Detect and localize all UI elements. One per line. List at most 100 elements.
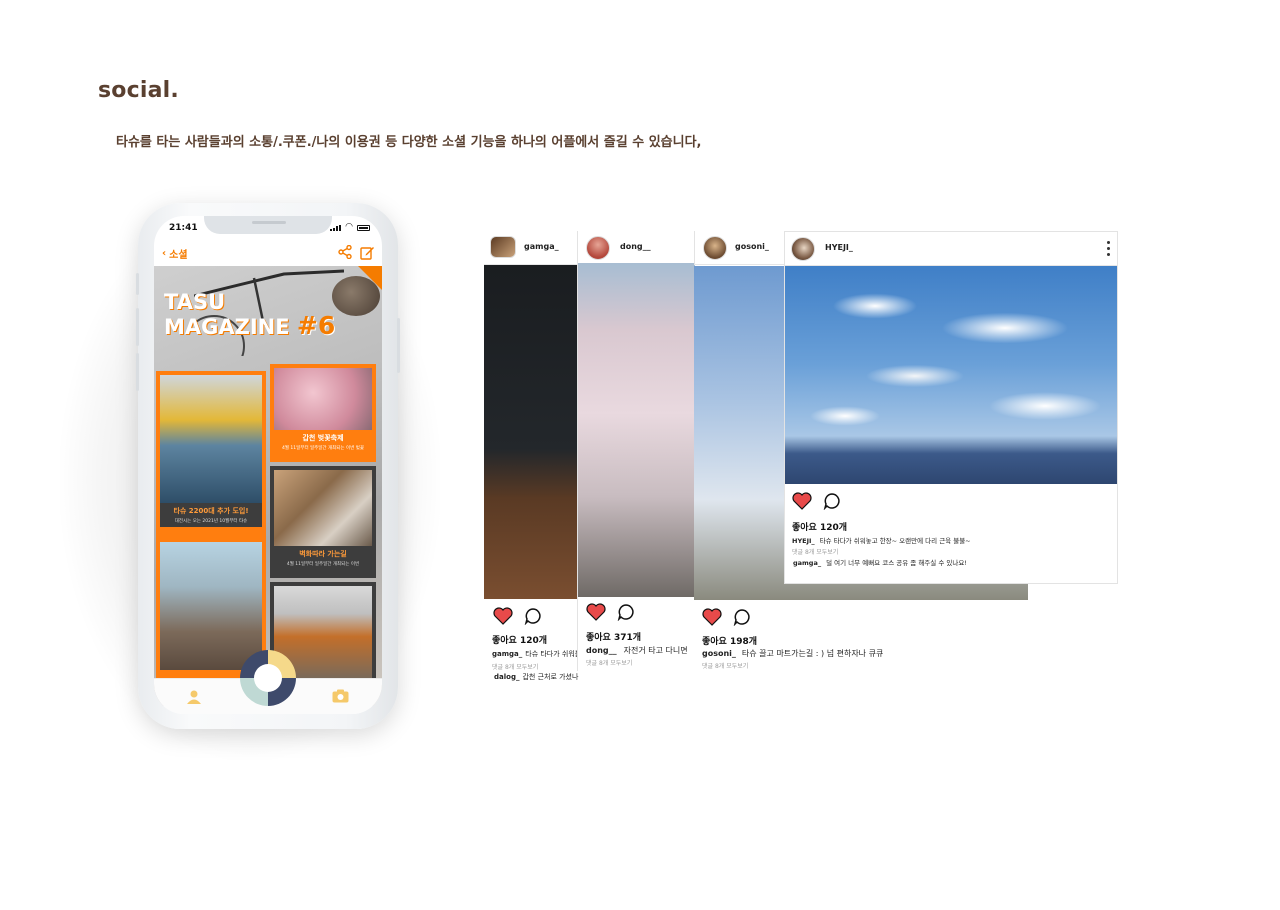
phone-side-button: [397, 318, 400, 373]
post-actions: [493, 607, 542, 625]
card-caption: 갑천 벚꽃축제 4월 11일부터 일주일간 개최되는 이번 벚꽃: [274, 430, 372, 454]
view-comments-link[interactable]: 댓글 8개 모두보기: [702, 661, 748, 670]
caption-username[interactable]: dong__: [586, 646, 617, 655]
back-button[interactable]: ‹ 소셜: [162, 246, 188, 261]
magazine-card-bikes[interactable]: 타슈 2200대 추가 도입! 대전시는 오는 2021년 10월부터 타슈: [156, 371, 266, 539]
avatar[interactable]: [791, 237, 815, 261]
post-username[interactable]: dong__: [620, 242, 651, 251]
back-label: 소셜: [169, 250, 188, 261]
post-header: gosoni_: [694, 231, 786, 265]
post-image: [484, 265, 580, 599]
mural-street-photo: [274, 470, 372, 546]
chevron-left-icon: ‹: [162, 248, 167, 259]
phone-side-button: [136, 273, 139, 295]
magazine-issue: #6: [296, 311, 336, 340]
caption-username[interactable]: HYEJI_: [792, 537, 815, 545]
post-likes: 좋아요 371개: [586, 633, 642, 643]
card-subtitle: 4월 11일부터 일주일간 개최되는 이번: [286, 562, 360, 567]
camera-icon[interactable]: [332, 689, 349, 703]
post-header: gamga_: [484, 231, 580, 265]
post-username[interactable]: gosoni_: [735, 242, 769, 251]
card-title: 벽화따라 가는길: [299, 550, 347, 558]
post-likes: 좋아요 120개: [492, 636, 548, 646]
view-comments-link[interactable]: 댓글 8개 모두보기: [492, 662, 538, 671]
home-fab-button[interactable]: [240, 650, 296, 706]
magazine-title: TASU MAGAZINE #6: [164, 290, 335, 339]
phone-screen: 21:41 ◠ ‹ 소셜 TASU MAGAZINE #6 타슈 2200대 추…: [154, 216, 382, 714]
comment-icon[interactable]: [524, 607, 542, 625]
card-subtitle: 4월 11일부터 일주일간 개최되는 이번 벚꽃: [282, 446, 364, 451]
card-caption: 벽화따라 가는길 4월 11일부터 일주일간 개최되는 이번: [274, 546, 372, 570]
page-title: social.: [98, 78, 179, 103]
user-icon[interactable]: [186, 689, 202, 705]
phone-side-button: [136, 308, 139, 346]
comment-icon[interactable]: [823, 492, 841, 510]
view-comments-link[interactable]: 댓글 8개 모두보기: [792, 547, 838, 556]
heart-icon[interactable]: [493, 607, 513, 625]
card-title: 갑천 벚꽃축제: [302, 434, 344, 442]
post-image: [785, 266, 1117, 484]
magazine-title-line2: MAGAZINE: [164, 315, 290, 339]
post-actions: [586, 603, 635, 621]
post-actions: [702, 608, 751, 626]
caption-text: 타슈 타다가 쉬워볼: [525, 650, 580, 658]
caption-text: 자전거 타고 다니면: [623, 646, 688, 655]
bike-rack-photo: [160, 375, 262, 503]
magazine-card-mural[interactable]: 벽화따라 가는길 4월 11일부터 일주일간 개최되는 이번: [270, 466, 376, 578]
heart-icon[interactable]: [792, 492, 812, 510]
post-caption: gamga_ 타슈 타다가 쉬워볼: [492, 649, 580, 659]
post-caption: gosoni_ 타슈 끌고 마트가는길 : ) 넘 편하자나 큐큐: [702, 648, 883, 659]
post-card-hyeji[interactable]: HYEJI_ 좋아요 120개 HYEJI_ 타슈 타다가 쉬워놓고 한장~ 오랜…: [784, 231, 1118, 584]
caption-text: 타슈 끌고 마트가는길 : ) 넘 편하자나 큐큐: [741, 649, 884, 658]
comment-icon[interactable]: [617, 603, 635, 621]
comment-text: 갑천 근처로 가셨나: [522, 673, 579, 681]
comment-username[interactable]: gamga_: [793, 559, 821, 567]
card-title: 타슈 2200대 추가 도입!: [173, 507, 249, 515]
phone-mockup: 21:41 ◠ ‹ 소셜 TASU MAGAZINE #6 타슈 2200대 추…: [136, 203, 400, 729]
cherry-blossom-photo: [274, 368, 372, 430]
post-caption: HYEJI_ 타슈 타다가 쉬워놓고 한장~ 오랜만에 다리 근육 불불~: [792, 535, 971, 545]
card-subtitle: 대전시는 오는 2021년 10월부터 타슈: [174, 519, 248, 524]
caption-username[interactable]: gamga_: [492, 650, 522, 658]
share-icon[interactable]: [338, 245, 352, 259]
caption-text: 타슈 타다가 쉬워놓고 한장~ 오랜만에 다리 근육 불불~: [819, 537, 971, 545]
post-likes: 좋아요 198개: [702, 637, 758, 647]
post-likes: 좋아요 120개: [792, 523, 848, 533]
magazine-title-row: MAGAZINE #6: [164, 311, 336, 340]
comment-icon[interactable]: [733, 608, 751, 626]
page-description: 타슈를 타는 사람들과의 소통/.쿠폰./나의 이용권 등 다양한 소셜 기능을…: [116, 135, 702, 150]
street-photo: [160, 542, 262, 670]
notch: [204, 216, 332, 234]
heart-icon[interactable]: [586, 603, 606, 621]
signal-icon: [330, 224, 342, 231]
caption-username[interactable]: gosoni_: [702, 649, 736, 658]
status-icons: ◠: [330, 223, 370, 232]
post-header: dong__: [578, 231, 695, 265]
heart-icon[interactable]: [702, 608, 722, 626]
avatar[interactable]: [586, 236, 610, 260]
avatar[interactable]: [703, 236, 727, 260]
post-card-gamga[interactable]: gamga_ 좋아요 120개 gamga_ 타슈 타다가 쉬워볼 댓글 8개 모…: [484, 231, 580, 685]
comment-username[interactable]: dalog_: [494, 673, 519, 681]
avatar[interactable]: [490, 236, 516, 258]
post-comment: gamga_ 덜 여기 너무 예뻐요 코스 공유 좀 해주실 수 있나요!: [793, 557, 967, 567]
post-caption: dong__ 자전거 타고 다니면: [586, 645, 688, 656]
comment-text: 덜 여기 너무 예뻐요 코스 공유 좀 해주실 수 있나요!: [826, 559, 967, 567]
wifi-icon: ◠: [345, 222, 353, 232]
post-card-dong[interactable]: dong__ 좋아요 371개 dong__ 자전거 타고 다니면 댓글 8개 모…: [577, 231, 695, 671]
card-caption: 타슈 2200대 추가 도입! 대전시는 오는 2021년 10월부터 타슈: [160, 503, 262, 527]
post-username[interactable]: gamga_: [524, 242, 559, 251]
edit-icon[interactable]: [360, 245, 375, 260]
view-comments-link[interactable]: 댓글 8개 모두보기: [586, 658, 632, 667]
post-actions: [792, 492, 841, 510]
phone-side-button: [136, 353, 139, 391]
speaker-grill: [252, 221, 286, 224]
post-header: HYEJI_: [785, 232, 1117, 266]
post-username[interactable]: HYEJI_: [825, 243, 853, 252]
magazine-card-cherry[interactable]: 갑천 벚꽃축제 4월 11일부터 일주일간 개최되는 이번 벚꽃: [270, 364, 376, 462]
magazine-panel[interactable]: TASU MAGAZINE #6 타슈 2200대 추가 도입! 대전시는 오는…: [154, 266, 382, 706]
more-options-icon[interactable]: [1107, 241, 1111, 257]
post-comment: dalog_ 갑천 근처로 가셨나: [494, 672, 578, 682]
status-time: 21:41: [169, 223, 198, 233]
app-header: ‹ 소셜: [154, 242, 382, 264]
